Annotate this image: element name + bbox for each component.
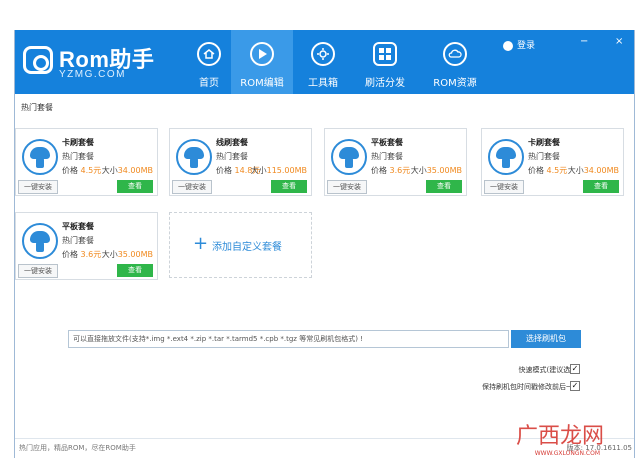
card-title: 平板套餐 [62, 222, 94, 231]
card-size: 大小35.00MB [410, 166, 462, 175]
grid-icon [373, 42, 397, 66]
card-subtitle: 热门套餐 [62, 152, 94, 161]
card-price: 价格 3.6元 [62, 250, 102, 259]
view-button[interactable]: 查看 [426, 180, 462, 193]
app-window: Rom助手 YZMG.COM 首页 ROM编辑 工具箱 刷活分发 ROM资源 登… [14, 30, 635, 458]
nav-distribution[interactable]: 刷活分发 [355, 30, 415, 94]
app-logo: Rom助手 YZMG.COM [23, 44, 183, 88]
one-click-install-button[interactable]: 一键安装 [18, 264, 58, 278]
card-subtitle: 热门套餐 [216, 152, 248, 161]
logo-icon [23, 46, 53, 74]
login-button[interactable]: 登录 [503, 38, 535, 51]
nav-distribution-label: 刷活分发 [365, 78, 405, 89]
one-click-install-button[interactable]: 一键安装 [18, 180, 58, 194]
home-icon [197, 42, 221, 66]
gear-icon [311, 42, 335, 66]
package-card: 平板套餐 热门套餐 价格 3.6元 大小35.00MB 一键安装 查看 [15, 212, 158, 280]
card-price: 价格 4.5元 [528, 166, 568, 175]
mushroom-icon [176, 139, 212, 175]
card-title: 线刷套餐 [216, 138, 248, 147]
keep-timestamp-checkbox[interactable]: ✓ [570, 381, 580, 391]
quick-mode-checkbox[interactable]: ✓ [570, 364, 580, 374]
package-card: 卡刷套餐 热门套餐 价格 4.5元 大小34.00MB 一键安装 查看 [481, 128, 624, 196]
file-drop-input[interactable]: 可以直接拖放文件(支持*.img *.ext4 *.zip *.tar *.ta… [68, 330, 509, 348]
card-subtitle: 热门套餐 [528, 152, 560, 161]
view-button[interactable]: 查看 [271, 180, 307, 193]
card-size: 大小34.00MB [101, 166, 153, 175]
watermark-subtext: WWW.GXLONGN.COM [534, 450, 600, 457]
nav-rom-resources-label: ROM资源 [433, 78, 477, 89]
one-click-install-button[interactable]: 一键安装 [484, 180, 524, 194]
card-title: 卡刷套餐 [528, 138, 560, 147]
mushroom-icon [22, 223, 58, 259]
nav-rom-edit[interactable]: ROM编辑 [231, 30, 293, 94]
view-button[interactable]: 查看 [583, 180, 619, 193]
mushroom-icon [331, 139, 367, 175]
add-custom-package-label: 添加自定义套餐 [212, 242, 282, 253]
play-icon [250, 42, 274, 66]
card-subtitle: 热门套餐 [371, 152, 403, 161]
nav-rom-edit-label: ROM编辑 [240, 78, 284, 89]
nav-home-label: 首页 [199, 78, 219, 89]
card-size: 大小35.00MB [101, 250, 153, 259]
cloud-icon [443, 42, 467, 66]
plus-icon: + [193, 233, 209, 254]
desktop-background [0, 0, 640, 30]
card-size: 大小34.00MB [567, 166, 619, 175]
footer-slogan: 热门应用，精品ROM，尽在ROM助手 [19, 444, 136, 452]
nav-home[interactable]: 首页 [179, 30, 239, 94]
card-price: 价格 4.5元 [62, 166, 102, 175]
add-custom-package-card[interactable]: + 添加自定义套餐 [169, 212, 312, 278]
card-title: 平板套餐 [371, 138, 403, 147]
user-icon [503, 40, 513, 51]
card-title: 卡刷套餐 [62, 138, 94, 147]
card-size: 大小115.00MB [250, 166, 307, 175]
login-label: 登录 [517, 41, 536, 51]
mushroom-icon [22, 139, 58, 175]
minimize-button[interactable]: − [580, 36, 588, 47]
app-header: Rom助手 YZMG.COM 首页 ROM编辑 工具箱 刷活分发 ROM资源 登… [15, 30, 634, 94]
watermark-text: 广西龙网 [515, 424, 604, 449]
mushroom-icon [488, 139, 524, 175]
card-price: 价格 3.6元 [371, 166, 411, 175]
one-click-install-button[interactable]: 一键安装 [172, 180, 212, 194]
keep-timestamp-label: 保持刷机包时间戳修改前后一致 [482, 383, 580, 391]
one-click-install-button[interactable]: 一键安装 [327, 180, 367, 194]
view-button[interactable]: 查看 [117, 180, 153, 193]
select-flash-package-button[interactable]: 选择刷机包 [511, 330, 581, 348]
card-subtitle: 热门套餐 [62, 236, 94, 245]
package-card: 线刷套餐 热门套餐 价格 14.8元 大小115.00MB 一键安装 查看 [169, 128, 312, 196]
nav-rom-resources[interactable]: ROM资源 [425, 30, 485, 94]
package-card: 卡刷套餐 热门套餐 价格 4.5元 大小34.00MB 一键安装 查看 [15, 128, 158, 196]
logo-subtext: YZMG.COM [59, 69, 126, 80]
section-title: 热门套餐 [21, 103, 53, 112]
view-button[interactable]: 查看 [117, 264, 153, 277]
close-button[interactable]: × [615, 36, 623, 47]
nav-toolbox[interactable]: 工具箱 [293, 30, 353, 94]
nav-toolbox-label: 工具箱 [308, 78, 338, 89]
package-card: 平板套餐 热门套餐 价格 3.6元 大小35.00MB 一键安装 查看 [324, 128, 467, 196]
